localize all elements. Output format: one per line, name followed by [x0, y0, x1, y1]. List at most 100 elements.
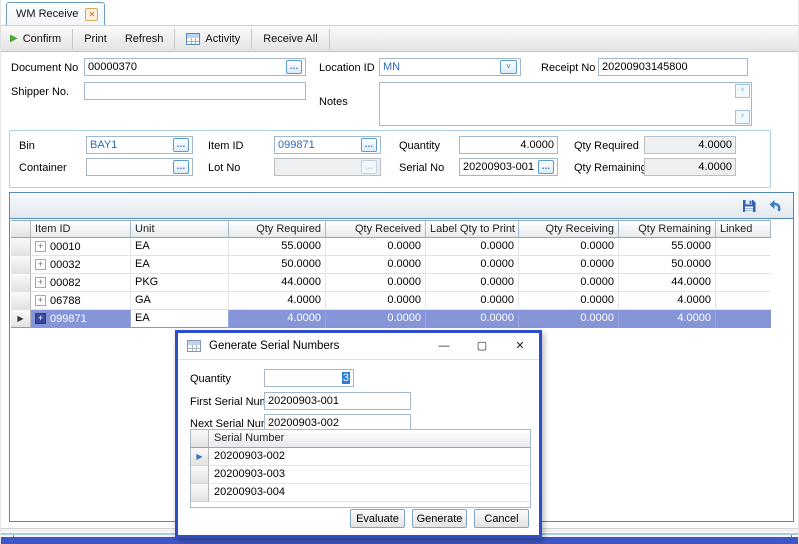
- cell-qty-receiving: 0.0000: [519, 310, 619, 328]
- activity-button[interactable]: Activity: [177, 26, 249, 51]
- location-id-dropdown-icon[interactable]: ˅: [500, 60, 517, 74]
- receive-all-button[interactable]: Receive All: [254, 26, 326, 51]
- serial-list-header[interactable]: Serial Number: [209, 430, 530, 448]
- table-row[interactable]: +00010 EA 55.0000 0.0000 0.0000 0.0000 5…: [11, 238, 771, 256]
- grid-header-item-id[interactable]: Item ID: [31, 220, 131, 238]
- cell-item-id: +06788: [31, 292, 131, 310]
- table-row-selected[interactable]: ▶ +099871 EA 4.0000 0.0000 0.0000 0.0000…: [11, 310, 771, 328]
- scroll-down-icon[interactable]: ˅: [735, 110, 750, 124]
- scroll-up-icon[interactable]: ˄: [735, 84, 750, 98]
- serial-no-label: Serial No: [399, 162, 444, 174]
- serial-no-field[interactable]: 20200903-001 …: [459, 158, 558, 176]
- cell-qty-received: 0.0000: [326, 310, 426, 328]
- shipper-no-label: Shipper No.: [11, 86, 69, 98]
- notes-scrollbar[interactable]: ˄ ˅: [735, 84, 750, 124]
- row-selector[interactable]: [191, 466, 209, 484]
- row-selector[interactable]: [11, 292, 31, 310]
- maximize-icon[interactable]: ▢: [463, 333, 501, 359]
- notes-textarea[interactable]: ˄ ˅: [379, 82, 752, 126]
- receive-all-label: Receive All: [263, 33, 317, 45]
- grid-header-label-qty[interactable]: Label Qty to Print: [426, 220, 519, 238]
- table-row[interactable]: +06788 GA 4.0000 0.0000 0.0000 0.0000 4.…: [11, 292, 771, 310]
- row-selector[interactable]: ▶: [191, 448, 209, 466]
- cell-label-qty: 0.0000: [426, 292, 519, 310]
- shipper-no-field[interactable]: [84, 82, 306, 100]
- qty-remaining-value: 4.0000: [648, 161, 732, 173]
- serial-no-lookup-icon[interactable]: …: [538, 160, 554, 174]
- dialog-quantity-field[interactable]: 3: [264, 369, 354, 387]
- item-id-lookup-icon[interactable]: …: [361, 138, 377, 152]
- quantity-field[interactable]: 4.0000: [459, 136, 558, 154]
- serial-value: 20200903-004: [209, 484, 530, 502]
- expand-icon[interactable]: +: [35, 259, 46, 270]
- cell-linked: [716, 256, 771, 274]
- cell-item-id: +099871: [31, 310, 131, 328]
- grid-header-qty-remaining[interactable]: Qty Remaining: [619, 220, 716, 238]
- first-serial-field[interactable]: 20200903-001: [264, 392, 411, 410]
- grid-header-qty-received[interactable]: Qty Received: [326, 220, 426, 238]
- cancel-button[interactable]: Cancel: [474, 509, 529, 528]
- cell-label-qty: 0.0000: [426, 238, 519, 256]
- item-id-label: Item ID: [208, 140, 243, 152]
- save-icon[interactable]: [741, 198, 757, 214]
- play-icon: ▶: [10, 34, 18, 44]
- tab-wm-receive[interactable]: WM Receive ✕: [6, 2, 105, 25]
- list-item[interactable]: ▶ 20200903-002: [191, 448, 530, 466]
- grid-header-unit[interactable]: Unit: [131, 220, 229, 238]
- row-selector[interactable]: [11, 238, 31, 256]
- activity-label: Activity: [205, 33, 240, 45]
- confirm-label: Confirm: [23, 33, 62, 45]
- cell-linked: [716, 238, 771, 256]
- notes-label: Notes: [319, 96, 348, 108]
- cell-qty-remaining: 4.0000: [619, 292, 716, 310]
- cell-linked: [716, 292, 771, 310]
- location-id-combo[interactable]: MN ˅: [379, 58, 521, 76]
- evaluate-button[interactable]: Evaluate: [350, 509, 405, 528]
- table-row[interactable]: +00032 EA 50.0000 0.0000 0.0000 0.0000 5…: [11, 256, 771, 274]
- row-selector[interactable]: ▶: [11, 310, 31, 328]
- tab-close-icon[interactable]: ✕: [85, 8, 98, 21]
- undo-icon[interactable]: [767, 198, 783, 214]
- document-no-lookup-icon[interactable]: …: [286, 60, 302, 74]
- toolbar-separator: [72, 29, 73, 49]
- close-icon[interactable]: ✕: [501, 333, 539, 359]
- dialog-title-bar[interactable]: Generate Serial Numbers — ▢ ✕: [178, 333, 539, 360]
- cell-unit: GA: [131, 292, 229, 310]
- expand-icon[interactable]: +: [35, 241, 46, 252]
- row-selector[interactable]: [191, 484, 209, 502]
- grid-header-linked[interactable]: Linked: [716, 220, 771, 238]
- document-no-field[interactable]: 00000370 …: [84, 58, 306, 76]
- cell-qty-required: 4.0000: [229, 292, 326, 310]
- grid-toolbar: [10, 193, 793, 219]
- confirm-button[interactable]: ▶ Confirm: [1, 26, 70, 51]
- item-id-field[interactable]: 099871 …: [274, 136, 381, 154]
- cell-qty-remaining: 44.0000: [619, 274, 716, 292]
- cell-qty-receiving: 0.0000: [519, 274, 619, 292]
- bin-field[interactable]: BAY1 …: [86, 136, 193, 154]
- generate-button[interactable]: Generate: [412, 509, 467, 528]
- receipt-no-field[interactable]: 20200903145800: [598, 58, 748, 76]
- print-button[interactable]: Print: [75, 26, 116, 51]
- refresh-label: Refresh: [125, 33, 164, 45]
- cell-unit: PKG: [131, 274, 229, 292]
- expand-icon[interactable]: +: [35, 313, 46, 324]
- row-selector[interactable]: [11, 274, 31, 292]
- qty-required-field: 4.0000: [644, 136, 736, 154]
- container-lookup-icon[interactable]: …: [173, 160, 189, 174]
- cell-unit: EA: [131, 238, 229, 256]
- expand-icon[interactable]: +: [35, 277, 46, 288]
- list-item[interactable]: 20200903-004: [191, 484, 530, 502]
- container-field[interactable]: …: [86, 158, 193, 176]
- list-item[interactable]: 20200903-003: [191, 466, 530, 484]
- grid-header-qty-receiving[interactable]: Qty Receiving: [519, 220, 619, 238]
- refresh-button[interactable]: Refresh: [116, 26, 173, 51]
- current-row-arrow-icon: ▶: [17, 314, 23, 323]
- tab-bar: WM Receive ✕: [1, 0, 798, 25]
- bin-lookup-icon[interactable]: …: [173, 138, 189, 152]
- cell-unit: EA: [131, 256, 229, 274]
- expand-icon[interactable]: +: [35, 295, 46, 306]
- minimize-icon[interactable]: —: [425, 333, 463, 359]
- grid-header-qty-required[interactable]: Qty Required: [229, 220, 326, 238]
- row-selector[interactable]: [11, 256, 31, 274]
- table-row[interactable]: +00082 PKG 44.0000 0.0000 0.0000 0.0000 …: [11, 274, 771, 292]
